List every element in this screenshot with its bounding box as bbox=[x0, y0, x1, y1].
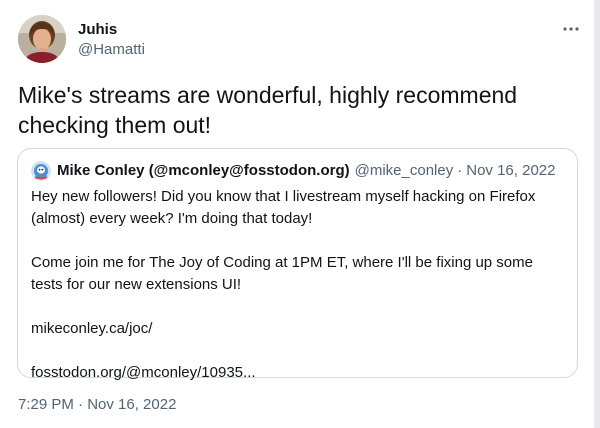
more-options-button[interactable] bbox=[556, 18, 586, 40]
author-avatar[interactable] bbox=[18, 15, 66, 63]
quoted-tweet-body: Hey new followers! Did you know that I l… bbox=[31, 186, 566, 384]
tweet-card: Juhis @Hamatti Mike's streams are wonder… bbox=[0, 0, 594, 428]
tweet-timestamp[interactable]: 7:29 PM · Nov 16, 2022 bbox=[18, 395, 176, 415]
quoted-tweet-date[interactable]: Nov 16, 2022 bbox=[466, 161, 555, 181]
avatar-photo bbox=[31, 161, 51, 181]
header-separator: · bbox=[457, 162, 463, 179]
author-name[interactable]: Juhis bbox=[78, 20, 145, 40]
quoted-author-name[interactable]: Mike Conley (@mconley@fosstodon.org) bbox=[57, 161, 350, 181]
author-handle[interactable]: @Hamatti bbox=[78, 40, 145, 60]
tweet-text: Mike's streams are wonderful, highly rec… bbox=[18, 82, 518, 138]
quoted-link[interactable]: mikeconley.ca/joc/ bbox=[31, 320, 152, 337]
quoted-author-handle[interactable]: @mike_conley bbox=[355, 161, 454, 181]
avatar-photo bbox=[18, 15, 66, 63]
more-horizontal-icon bbox=[563, 27, 579, 31]
quoted-paragraph: Come join me for The Joy of Coding at 1P… bbox=[31, 254, 533, 293]
quoted-tweet-header: Mike Conley (@mconley@fosstodon.org) @mi… bbox=[31, 161, 555, 181]
quoted-paragraph: Hey new followers! Did you know that I l… bbox=[31, 188, 536, 227]
quoted-tweet[interactable]: Mike Conley (@mconley@fosstodon.org) @mi… bbox=[17, 148, 578, 381]
author-info: Juhis @Hamatti bbox=[78, 20, 145, 60]
quoted-author-avatar[interactable] bbox=[31, 161, 51, 181]
quoted-link[interactable]: fosstodon.org/@mconley/10935... bbox=[31, 364, 256, 381]
scrollbar-track bbox=[594, 0, 600, 428]
